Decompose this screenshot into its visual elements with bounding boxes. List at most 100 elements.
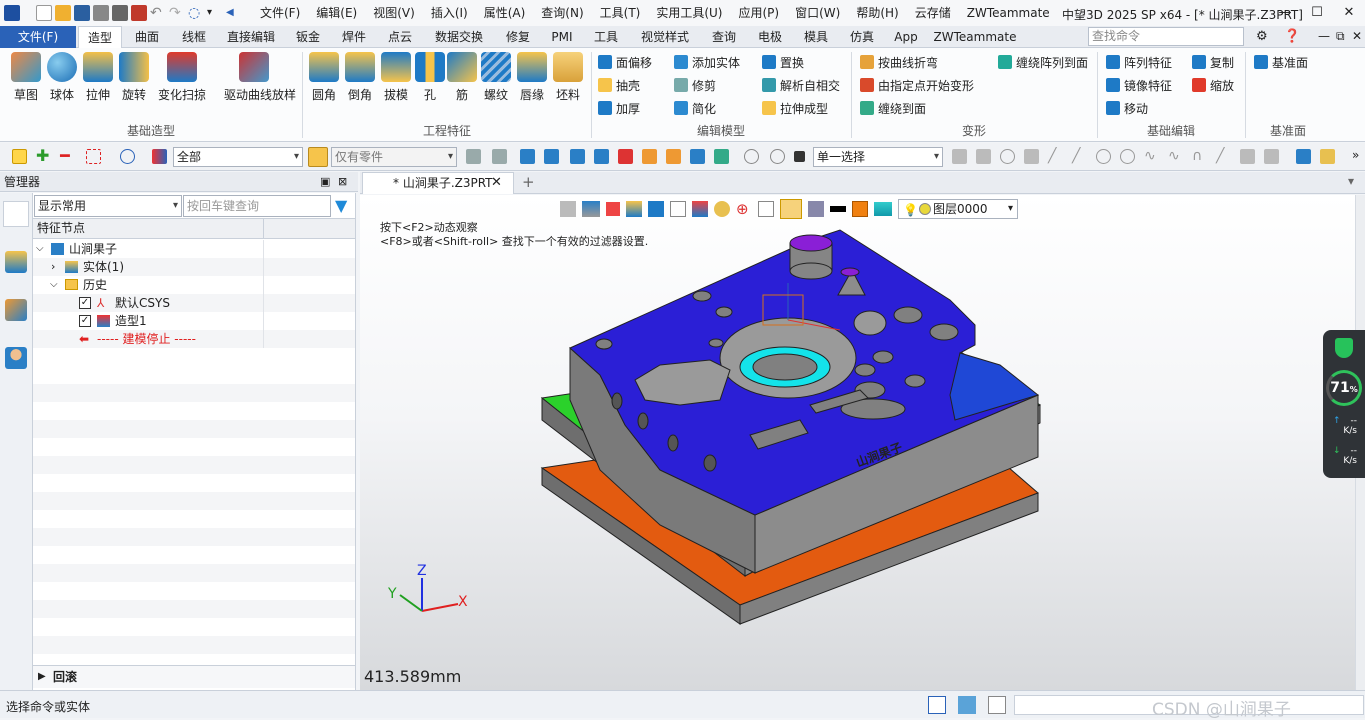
clear-icon[interactable]	[131, 5, 147, 21]
rollback-bar[interactable]: ▶ 回滚	[33, 665, 355, 688]
history-manager-icon[interactable]	[3, 201, 29, 227]
filter-color-icon[interactable]	[152, 149, 167, 164]
document-tab[interactable]: * 山涧果子.Z3PRT ✕	[362, 172, 514, 194]
tab-mold[interactable]: 模具	[794, 26, 838, 48]
trim-button[interactable]: 修剪	[674, 75, 716, 95]
variable-sweep-button[interactable]: 变化扫掠	[158, 52, 206, 103]
toolbar-icon-j[interactable]	[690, 149, 705, 164]
tab-query[interactable]: 查询	[702, 26, 746, 48]
feature-query-input[interactable]: 按回车键查询	[183, 195, 331, 217]
tab-modeling[interactable]: 造型	[78, 26, 122, 48]
menu-help[interactable]: 帮助(H)	[848, 0, 906, 26]
menu-insert[interactable]: 插入(I)	[423, 0, 476, 26]
snap-circle-icon[interactable]	[1096, 149, 1111, 164]
toolbar-icon-f[interactable]	[594, 149, 609, 164]
status-icon-3[interactable]	[988, 696, 1006, 714]
tab-app[interactable]: App	[886, 26, 926, 48]
toolbar-icon-k[interactable]	[714, 149, 729, 164]
box-select-icon[interactable]	[86, 149, 101, 164]
revolve-button[interactable]: 旋转	[114, 52, 154, 103]
checkbox-shape[interactable]: ✓	[79, 315, 91, 327]
menu-edit[interactable]: 编辑(E)	[308, 0, 365, 26]
stock-button[interactable]: 坯料	[548, 52, 588, 103]
tab-repair[interactable]: 修复	[496, 26, 540, 48]
replace-button[interactable]: 置换	[762, 52, 804, 72]
snap-wave2-icon[interactable]: ∿	[1168, 149, 1183, 164]
deform-from-point-button[interactable]: 由指定点开始变形	[860, 75, 974, 95]
status-icon-1[interactable]	[928, 696, 946, 714]
menu-attribute[interactable]: 属性(A)	[476, 0, 534, 26]
add-solid-button[interactable]: 添加实体	[674, 52, 740, 72]
close-button[interactable]: ✕	[1333, 0, 1365, 26]
tree-node-root[interactable]: ⌵ 山涧果子	[33, 240, 355, 258]
assembly-manager-icon[interactable]	[5, 251, 27, 273]
snap-line3-icon[interactable]: ╱	[1216, 149, 1231, 164]
regen-icon[interactable]: ◌	[188, 5, 204, 21]
pattern-feature-button[interactable]: 阵列特征	[1106, 52, 1172, 72]
scale-button[interactable]: 缩放	[1192, 75, 1234, 95]
graphics-viewport[interactable]: ⊕ 💡 图层0000 ▾ 按下<F2>动态观察 <F8>或者<Shift-rol…	[360, 195, 1365, 690]
tab-zwteammate[interactable]: ZWTeammate	[930, 26, 1020, 48]
menu-view[interactable]: 视图(V)	[365, 0, 423, 26]
snap-icon-6[interactable]	[1264, 149, 1279, 164]
datum-plane-button[interactable]: 基准面	[1254, 52, 1308, 72]
user-icon[interactable]	[5, 347, 27, 369]
tab-point-cloud[interactable]: 点云	[378, 26, 422, 48]
add-icon[interactable]: ✚	[36, 148, 51, 164]
shell-button[interactable]: 抽壳	[598, 75, 640, 95]
menu-window[interactable]: 窗口(W)	[787, 0, 848, 26]
menu-cloud[interactable]: 云存储	[907, 0, 959, 26]
self-intersect-button[interactable]: 解析自相交	[762, 75, 840, 95]
tab-tools[interactable]: 工具	[584, 26, 628, 48]
maximize-button[interactable]: ☐	[1301, 0, 1333, 26]
undo-icon[interactable]: ↶	[150, 5, 166, 21]
chevron-down-icon[interactable]: ⌵	[50, 276, 58, 294]
toolbar-icon-b[interactable]	[492, 149, 507, 164]
status-icon-2[interactable]	[958, 696, 976, 714]
snap-icon-7[interactable]	[1296, 149, 1311, 164]
select-arrow-icon[interactable]	[12, 149, 27, 164]
save-icon[interactable]	[74, 5, 90, 21]
thicken-button[interactable]: 加厚	[598, 98, 640, 118]
snap-line2-icon[interactable]: ╱	[1072, 149, 1087, 164]
tree-node-shape[interactable]: ✓ 造型1	[33, 312, 355, 330]
select-mode-combo[interactable]: 单一选择	[813, 147, 943, 167]
tab-weldment[interactable]: 焊件	[332, 26, 376, 48]
checkbox-csys[interactable]: ✓	[79, 297, 91, 309]
help-icon[interactable]: ❓	[1284, 29, 1300, 44]
tab-simulation[interactable]: 仿真	[840, 26, 884, 48]
snap-icon-3[interactable]	[1000, 149, 1015, 164]
snap-arc-icon[interactable]: ∩	[1192, 149, 1207, 164]
drive-curve-loft-button[interactable]: 驱动曲线放样	[224, 52, 296, 103]
chevron-right-icon[interactable]: ›	[51, 258, 55, 276]
snap-icon-5[interactable]	[1240, 149, 1255, 164]
toolbar-icon-h[interactable]	[642, 149, 657, 164]
new-file-icon[interactable]	[36, 5, 52, 21]
tab-wireframe[interactable]: 线框	[172, 26, 216, 48]
simplify-button[interactable]: 简化	[674, 98, 716, 118]
extrude-form-button[interactable]: 拉伸成型	[762, 98, 828, 118]
mirror-feature-button[interactable]: 镜像特征	[1106, 75, 1172, 95]
tab-visual-style[interactable]: 视觉样式	[630, 26, 700, 48]
left-arrow-icon[interactable]: ◀	[226, 5, 242, 21]
menu-apps[interactable]: 应用(P)	[731, 0, 788, 26]
toolbar-icon-g[interactable]	[618, 149, 633, 164]
snap-icon-2[interactable]	[976, 149, 991, 164]
chevron-down-icon[interactable]: ▾	[207, 5, 223, 21]
timer-icon[interactable]	[770, 149, 785, 164]
view-manager-icon[interactable]	[5, 299, 27, 321]
menu-tools[interactable]: 工具(T)	[592, 0, 649, 26]
redo-icon[interactable]: ↷	[169, 5, 185, 21]
tab-pmi[interactable]: PMI	[542, 26, 582, 48]
copy-button[interactable]: 复制	[1192, 52, 1234, 72]
filter-icon[interactable]: ▼	[335, 196, 347, 215]
tree-node-csys[interactable]: ✓ ⅄ 默认CSYS	[33, 294, 355, 312]
menu-file[interactable]: 文件(F)	[252, 0, 308, 26]
tab-sheetmetal[interactable]: 钣金	[286, 26, 330, 48]
overflow-icon[interactable]: »	[1352, 148, 1359, 162]
stop-icon[interactable]	[794, 151, 805, 162]
doc-close-icon[interactable]: ✕	[1352, 29, 1362, 43]
remove-icon[interactable]: ━	[60, 148, 75, 164]
performance-widget[interactable]: 71% ↑ -- K/s ↓ -- K/s	[1323, 330, 1365, 478]
face-offset-button[interactable]: 面偏移	[598, 52, 652, 72]
